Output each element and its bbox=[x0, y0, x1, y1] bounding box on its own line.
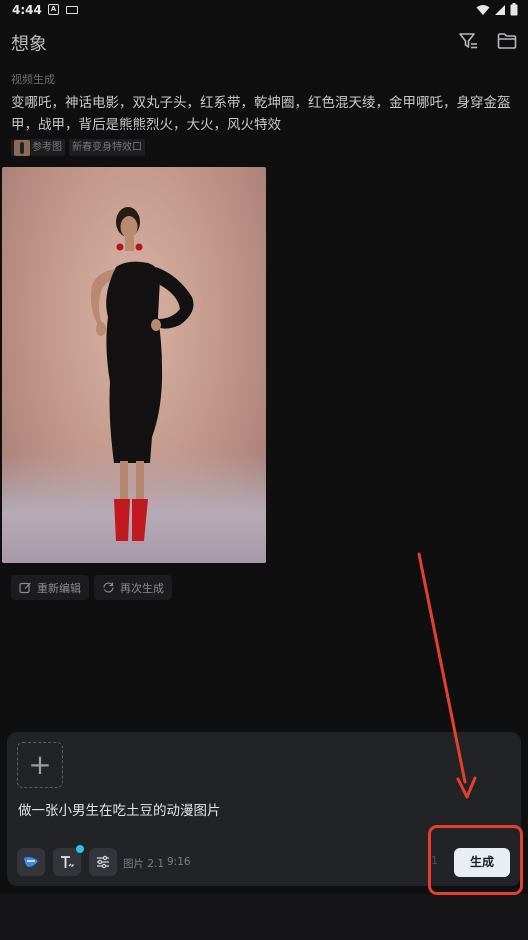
app-header: 想象 bbox=[0, 24, 528, 60]
prompt-input[interactable]: 做一张小男生在吃土豆的动漫图片 bbox=[18, 799, 221, 819]
add-image-button[interactable]: + bbox=[17, 742, 63, 788]
text-style-button[interactable] bbox=[53, 845, 84, 876]
wifi-icon bbox=[476, 4, 490, 15]
reference-thumbnail bbox=[14, 139, 30, 156]
settings-button[interactable] bbox=[89, 848, 117, 876]
section-label: 视频生成 bbox=[11, 73, 55, 86]
annotation-highlight-box bbox=[428, 825, 523, 895]
refresh-icon bbox=[103, 582, 114, 593]
tag-row: 参考图 新春变身特效口 bbox=[11, 139, 145, 156]
filter-icon[interactable] bbox=[457, 30, 479, 52]
model-select-button[interactable] bbox=[17, 848, 45, 876]
text-style-icon bbox=[61, 856, 74, 868]
model-figure bbox=[90, 207, 194, 541]
ratio-label: 9:16 bbox=[167, 856, 191, 868]
page-title: 想象 bbox=[11, 34, 47, 55]
mode-label: 图片 2.1 bbox=[123, 858, 165, 870]
reference-tag-label: 参考图 bbox=[32, 142, 62, 153]
reedit-button[interactable]: 重新编辑 bbox=[11, 575, 89, 600]
battery-icon bbox=[510, 3, 518, 16]
sliders-icon bbox=[97, 855, 109, 869]
bottom-bar bbox=[0, 894, 528, 940]
status-time: 4:44 bbox=[12, 3, 42, 17]
text-style-indicator-dot bbox=[76, 845, 84, 853]
folder-icon[interactable] bbox=[496, 30, 518, 52]
model-logo-icon bbox=[24, 857, 38, 867]
generation-prompt: 变哪吒，神话电影，双丸子头，红系带，乾坤圈，红色混天绫，金甲哪吒，身穿金盔甲，战… bbox=[11, 95, 511, 133]
app-notification-icon: A bbox=[48, 4, 59, 15]
signal-icon bbox=[495, 4, 505, 15]
generated-image[interactable] bbox=[2, 167, 266, 563]
status-bar: 4:44 A bbox=[0, 0, 528, 22]
regenerate-button[interactable]: 再次生成 bbox=[94, 575, 172, 600]
effect-tag[interactable]: 新春变身特效口 bbox=[69, 139, 145, 156]
edit-icon bbox=[19, 582, 31, 594]
keyboard-icon bbox=[66, 6, 78, 14]
status-indicators bbox=[476, 3, 518, 16]
reference-tag[interactable]: 参考图 bbox=[11, 139, 65, 156]
reedit-label: 重新编辑 bbox=[37, 581, 81, 595]
regenerate-label: 再次生成 bbox=[120, 581, 164, 595]
